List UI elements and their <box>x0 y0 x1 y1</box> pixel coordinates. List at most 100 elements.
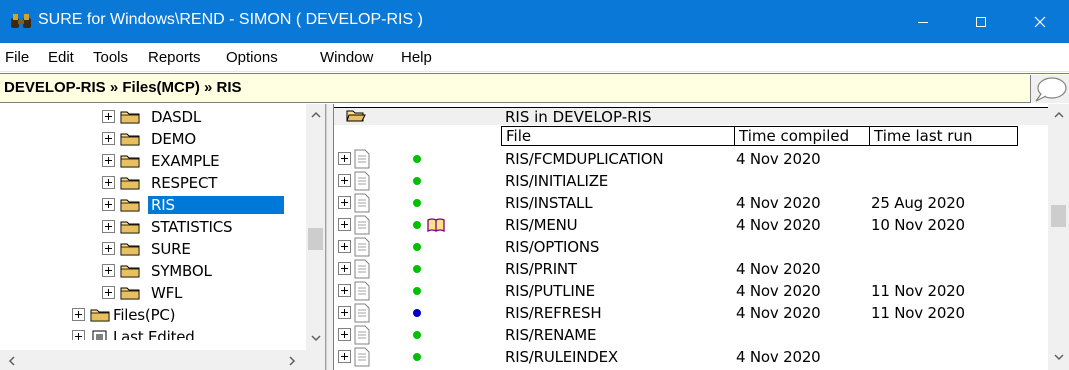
expand-icon[interactable] <box>338 284 351 297</box>
scrollbar-thumb[interactable] <box>308 228 323 250</box>
expand-icon[interactable] <box>102 110 115 123</box>
time-compiled: 4 Nov 2020 <box>736 260 821 278</box>
expand-icon[interactable] <box>102 198 115 211</box>
file-row[interactable]: RIS/PUTLINE 4 Nov 2020 11 Nov 2020 <box>334 280 1048 302</box>
menu-options[interactable]: Options <box>226 49 278 66</box>
file-row[interactable]: RIS/REFRESH 4 Nov 2020 11 Nov 2020 <box>334 302 1048 324</box>
status-dot-icon <box>413 265 421 273</box>
tree-item-label: DEMO <box>151 130 196 148</box>
expand-icon[interactable] <box>338 218 351 231</box>
file-row[interactable]: RIS/RULEINDEX 4 Nov 2020 <box>334 346 1048 368</box>
chevron-up-icon[interactable] <box>307 106 324 123</box>
expand-icon[interactable] <box>102 176 115 189</box>
time-compiled: 4 Nov 2020 <box>736 194 821 212</box>
pane-splitter[interactable] <box>326 104 334 370</box>
tree-item[interactable]: Last Edited <box>72 326 307 340</box>
file-row[interactable]: RIS/MENU 4 Nov 2020 10 Nov 2020 <box>334 214 1048 236</box>
expand-icon[interactable] <box>338 262 351 275</box>
document-icon <box>354 347 370 367</box>
time-last-run: 10 Nov 2020 <box>871 216 965 234</box>
expand-icon[interactable] <box>102 264 115 277</box>
tree-item[interactable]: DASDL <box>102 106 307 128</box>
file-name: RIS/REFRESH <box>505 304 602 322</box>
window-title: SURE for Windows\REND - SIMON ( DEVELOP-… <box>38 11 423 28</box>
chevron-up-icon[interactable] <box>1050 106 1067 123</box>
file-name: RIS/INITIALIZE <box>505 172 609 190</box>
file-list-vertical-scrollbar[interactable] <box>1048 104 1069 370</box>
column-header-time-compiled[interactable]: Time compiled <box>734 126 870 146</box>
tree-item-selected[interactable]: RIS <box>102 194 307 216</box>
chevron-right-icon[interactable] <box>284 352 301 369</box>
folder-icon <box>120 221 140 234</box>
expand-icon[interactable] <box>102 220 115 233</box>
chevron-down-icon[interactable] <box>307 330 324 347</box>
expand-icon[interactable] <box>102 132 115 145</box>
tree-item[interactable]: STATISTICS <box>102 216 307 238</box>
tree-vertical-scrollbar[interactable] <box>306 104 325 350</box>
expand-icon[interactable] <box>102 154 115 167</box>
file-row[interactable]: RIS/OPTIONS <box>334 236 1048 258</box>
book-icon <box>427 217 445 233</box>
folder-tree-pane[interactable]: DASDL DEMO EXAMPLE RESPECT RIS STATISTIC… <box>0 104 326 370</box>
menu-help[interactable]: Help <box>401 49 432 66</box>
file-row[interactable]: RIS/FCMDUPLICATION 4 Nov 2020 <box>334 148 1048 170</box>
tree-item[interactable]: SURE <box>102 238 307 260</box>
menu-reports[interactable]: Reports <box>148 49 201 66</box>
expand-icon[interactable] <box>338 174 351 187</box>
column-header-file[interactable]: File <box>501 126 735 146</box>
status-dot-icon <box>413 331 421 339</box>
expand-icon[interactable] <box>338 328 351 341</box>
comment-button[interactable] <box>1030 75 1069 103</box>
expand-icon[interactable] <box>102 286 115 299</box>
minimize-button[interactable] <box>894 0 952 43</box>
expand-icon[interactable] <box>72 330 85 340</box>
expand-icon[interactable] <box>338 350 351 363</box>
tree-item[interactable]: RESPECT <box>102 172 307 194</box>
document-icon <box>354 237 370 257</box>
document-icon <box>354 149 370 169</box>
chevron-down-icon[interactable] <box>1050 349 1067 366</box>
column-header-time-last-run[interactable]: Time last run <box>869 126 1018 146</box>
file-row[interactable]: RIS/PRINT 4 Nov 2020 <box>334 258 1048 280</box>
tree-item[interactable]: SYMBOL <box>102 260 307 282</box>
maximize-button[interactable] <box>952 0 1010 43</box>
tree-item[interactable]: WFL <box>102 282 307 304</box>
open-folder-icon <box>346 110 366 122</box>
expand-icon[interactable] <box>338 196 351 209</box>
file-row[interactable]: RIS/INSTALL 4 Nov 2020 25 Aug 2020 <box>334 192 1048 214</box>
file-row[interactable]: RIS/INITIALIZE <box>334 170 1048 192</box>
tree-item-label: SYMBOL <box>151 262 212 280</box>
menu-tools[interactable]: Tools <box>93 49 128 66</box>
tree-item[interactable]: DEMO <box>102 128 307 150</box>
scrollbar-thumb[interactable] <box>1051 205 1066 227</box>
speech-bubble-icon <box>1035 77 1067 102</box>
time-compiled: 4 Nov 2020 <box>736 150 821 168</box>
folder-icon <box>120 155 140 168</box>
file-name: RIS/FCMDUPLICATION <box>505 150 664 168</box>
breadcrumb: DEVELOP-RIS » Files(MCP) » RIS <box>4 79 242 96</box>
expand-icon[interactable] <box>338 152 351 165</box>
time-compiled: 4 Nov 2020 <box>736 348 821 366</box>
menu-window[interactable]: Window <box>320 49 373 66</box>
tree-item[interactable]: Files(PC) <box>72 304 307 326</box>
expand-icon[interactable] <box>338 306 351 319</box>
time-compiled: 4 Nov 2020 <box>736 282 821 300</box>
menu-file[interactable]: File <box>5 49 29 66</box>
tree-item-label: Files(PC) <box>113 306 176 324</box>
tree-horizontal-scrollbar[interactable] <box>0 350 306 370</box>
close-button[interactable] <box>1011 0 1069 43</box>
chevron-left-icon[interactable] <box>3 352 20 369</box>
file-row[interactable]: RIS/RENAME <box>334 324 1048 346</box>
expand-icon[interactable] <box>102 242 115 255</box>
file-list-pane[interactable]: RIS in DEVELOP-RIS File Time compiled Ti… <box>334 104 1069 370</box>
title-bar[interactable]: SURE for Windows\REND - SIMON ( DEVELOP-… <box>0 0 1069 43</box>
expand-icon[interactable] <box>72 308 85 321</box>
tree-item-label: Last Edited <box>113 328 195 340</box>
document-icon <box>354 325 370 345</box>
status-dot-icon <box>413 309 421 317</box>
expand-icon[interactable] <box>338 240 351 253</box>
menu-edit[interactable]: Edit <box>48 49 74 66</box>
binoculars-icon <box>11 14 31 28</box>
tree-item[interactable]: EXAMPLE <box>102 150 307 172</box>
folder-icon <box>120 265 140 278</box>
